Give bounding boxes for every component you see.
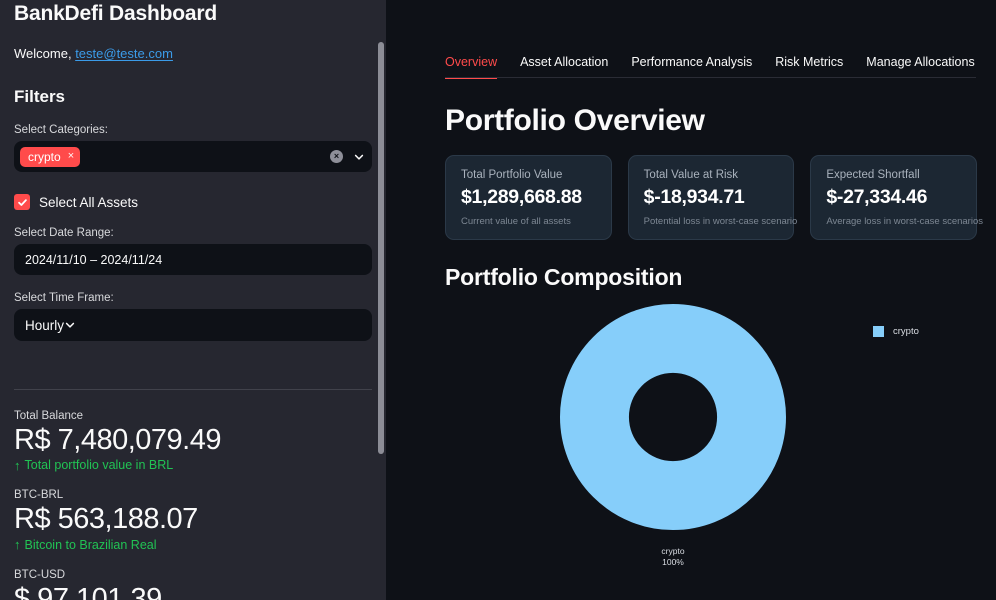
portfolio-composition-chart: crypto 100% crypto xyxy=(386,294,996,594)
main-content: Overview Asset Allocation Performance An… xyxy=(386,0,996,600)
select-all-assets-row[interactable]: Select All Assets xyxy=(14,194,372,210)
tab-risk-metrics[interactable]: Risk Metrics xyxy=(775,55,843,78)
tab-manage-allocations[interactable]: Manage Allocations xyxy=(866,55,974,78)
section-title-portfolio-composition: Portfolio Composition xyxy=(386,264,996,291)
select-date-range-label: Select Date Range: xyxy=(14,227,372,239)
select-time-frame-label: Select Time Frame: xyxy=(14,292,372,304)
select-categories-input[interactable]: crypto × × xyxy=(14,141,372,172)
card-subtext: Average loss in worst-case scenarios xyxy=(826,216,961,227)
legend-label-crypto: crypto xyxy=(893,326,919,337)
page-title: Portfolio Overview xyxy=(386,104,996,138)
card-label: Total Value at Risk xyxy=(644,169,779,181)
metric-delta: ↑ Bitcoin to Brazilian Real xyxy=(14,538,372,552)
card-value: $-18,934.71 xyxy=(644,186,779,209)
metric-delta-text: Total portfolio value in BRL xyxy=(25,458,174,472)
donut-chart[interactable]: crypto 100% xyxy=(503,294,843,594)
chevron-down-icon[interactable] xyxy=(353,151,365,163)
sidebar: BankDefi Dashboard Welcome, teste@teste.… xyxy=(0,0,386,600)
app-root: BankDefi Dashboard Welcome, teste@teste.… xyxy=(0,0,996,600)
card-expected-shortfall: Expected Shortfall $-27,334.46 Average l… xyxy=(810,155,977,240)
category-tag-crypto[interactable]: crypto × xyxy=(20,147,80,167)
app-title: BankDefi Dashboard xyxy=(14,0,372,26)
metric-label: Total Balance xyxy=(14,410,372,422)
metric-label: BTC-USD xyxy=(14,569,372,581)
select-all-assets-checkbox[interactable] xyxy=(14,194,30,210)
card-subtext: Potential loss in worst-case scenario xyxy=(644,216,779,227)
tab-performance-analysis[interactable]: Performance Analysis xyxy=(631,55,752,78)
metric-btc-usd: BTC-USD $ 97,101.39 ↑ Bitcoin to US Doll… xyxy=(14,569,372,600)
welcome-line: Welcome, teste@teste.com xyxy=(14,46,372,61)
metric-label: BTC-BRL xyxy=(14,489,372,501)
category-tag-label: crypto xyxy=(28,151,61,163)
tab-overview[interactable]: Overview xyxy=(445,55,497,78)
arrow-up-icon: ↑ xyxy=(14,538,21,551)
metric-card-row: Total Portfolio Value $1,289,668.88 Curr… xyxy=(386,155,996,240)
check-icon xyxy=(17,197,28,208)
select-categories-label: Select Categories: xyxy=(14,124,372,136)
sidebar-divider xyxy=(14,389,372,390)
time-frame-select[interactable]: Hourly xyxy=(14,309,372,341)
tab-bar: Overview Asset Allocation Performance An… xyxy=(386,0,996,78)
remove-tag-icon[interactable]: × xyxy=(68,151,74,162)
time-frame-value: Hourly xyxy=(25,318,64,333)
card-total-portfolio-value: Total Portfolio Value $1,289,668.88 Curr… xyxy=(445,155,612,240)
tab-bar-rule xyxy=(445,77,976,78)
chevron-down-icon[interactable] xyxy=(64,319,76,331)
donut-slice-name: crypto xyxy=(503,546,843,557)
select-categories-controls: × xyxy=(330,150,365,163)
tab-asset-allocation[interactable]: Asset Allocation xyxy=(520,55,608,78)
metric-btc-brl: BTC-BRL R$ 563,188.07 ↑ Bitcoin to Brazi… xyxy=(14,489,372,551)
card-value: $1,289,668.88 xyxy=(461,186,596,209)
legend-swatch-crypto[interactable] xyxy=(873,326,884,337)
card-total-value-at-risk: Total Value at Risk $-18,934.71 Potentia… xyxy=(628,155,795,240)
welcome-prefix: Welcome, xyxy=(14,46,72,61)
card-label: Total Portfolio Value xyxy=(461,169,596,181)
sidebar-scrollbar-thumb[interactable] xyxy=(378,42,384,454)
metric-value: R$ 563,188.07 xyxy=(14,503,372,536)
metric-value: R$ 7,480,079.49 xyxy=(14,424,372,457)
donut-slice-label: crypto 100% xyxy=(503,546,843,569)
arrow-up-icon: ↑ xyxy=(14,459,21,472)
metric-value: $ 97,101.39 xyxy=(14,583,372,600)
sidebar-scrollbar[interactable] xyxy=(376,0,385,600)
metric-delta: ↑ Total portfolio value in BRL xyxy=(14,458,372,472)
metric-delta-text: Bitcoin to Brazilian Real xyxy=(25,538,157,552)
filters-heading: Filters xyxy=(14,87,372,107)
card-value: $-27,334.46 xyxy=(826,186,961,209)
card-subtext: Current value of all assets xyxy=(461,216,596,227)
select-all-assets-label: Select All Assets xyxy=(39,195,138,210)
user-email-link[interactable]: teste@teste.com xyxy=(75,46,173,61)
date-range-input[interactable]: 2024/11/10 – 2024/11/24 xyxy=(14,244,372,275)
metric-total-balance: Total Balance R$ 7,480,079.49 ↑ Total po… xyxy=(14,410,372,472)
clear-all-icon[interactable]: × xyxy=(330,150,343,163)
card-label: Expected Shortfall xyxy=(826,169,961,181)
chart-legend: crypto xyxy=(873,326,919,337)
donut-slice-percent: 100% xyxy=(503,557,843,568)
